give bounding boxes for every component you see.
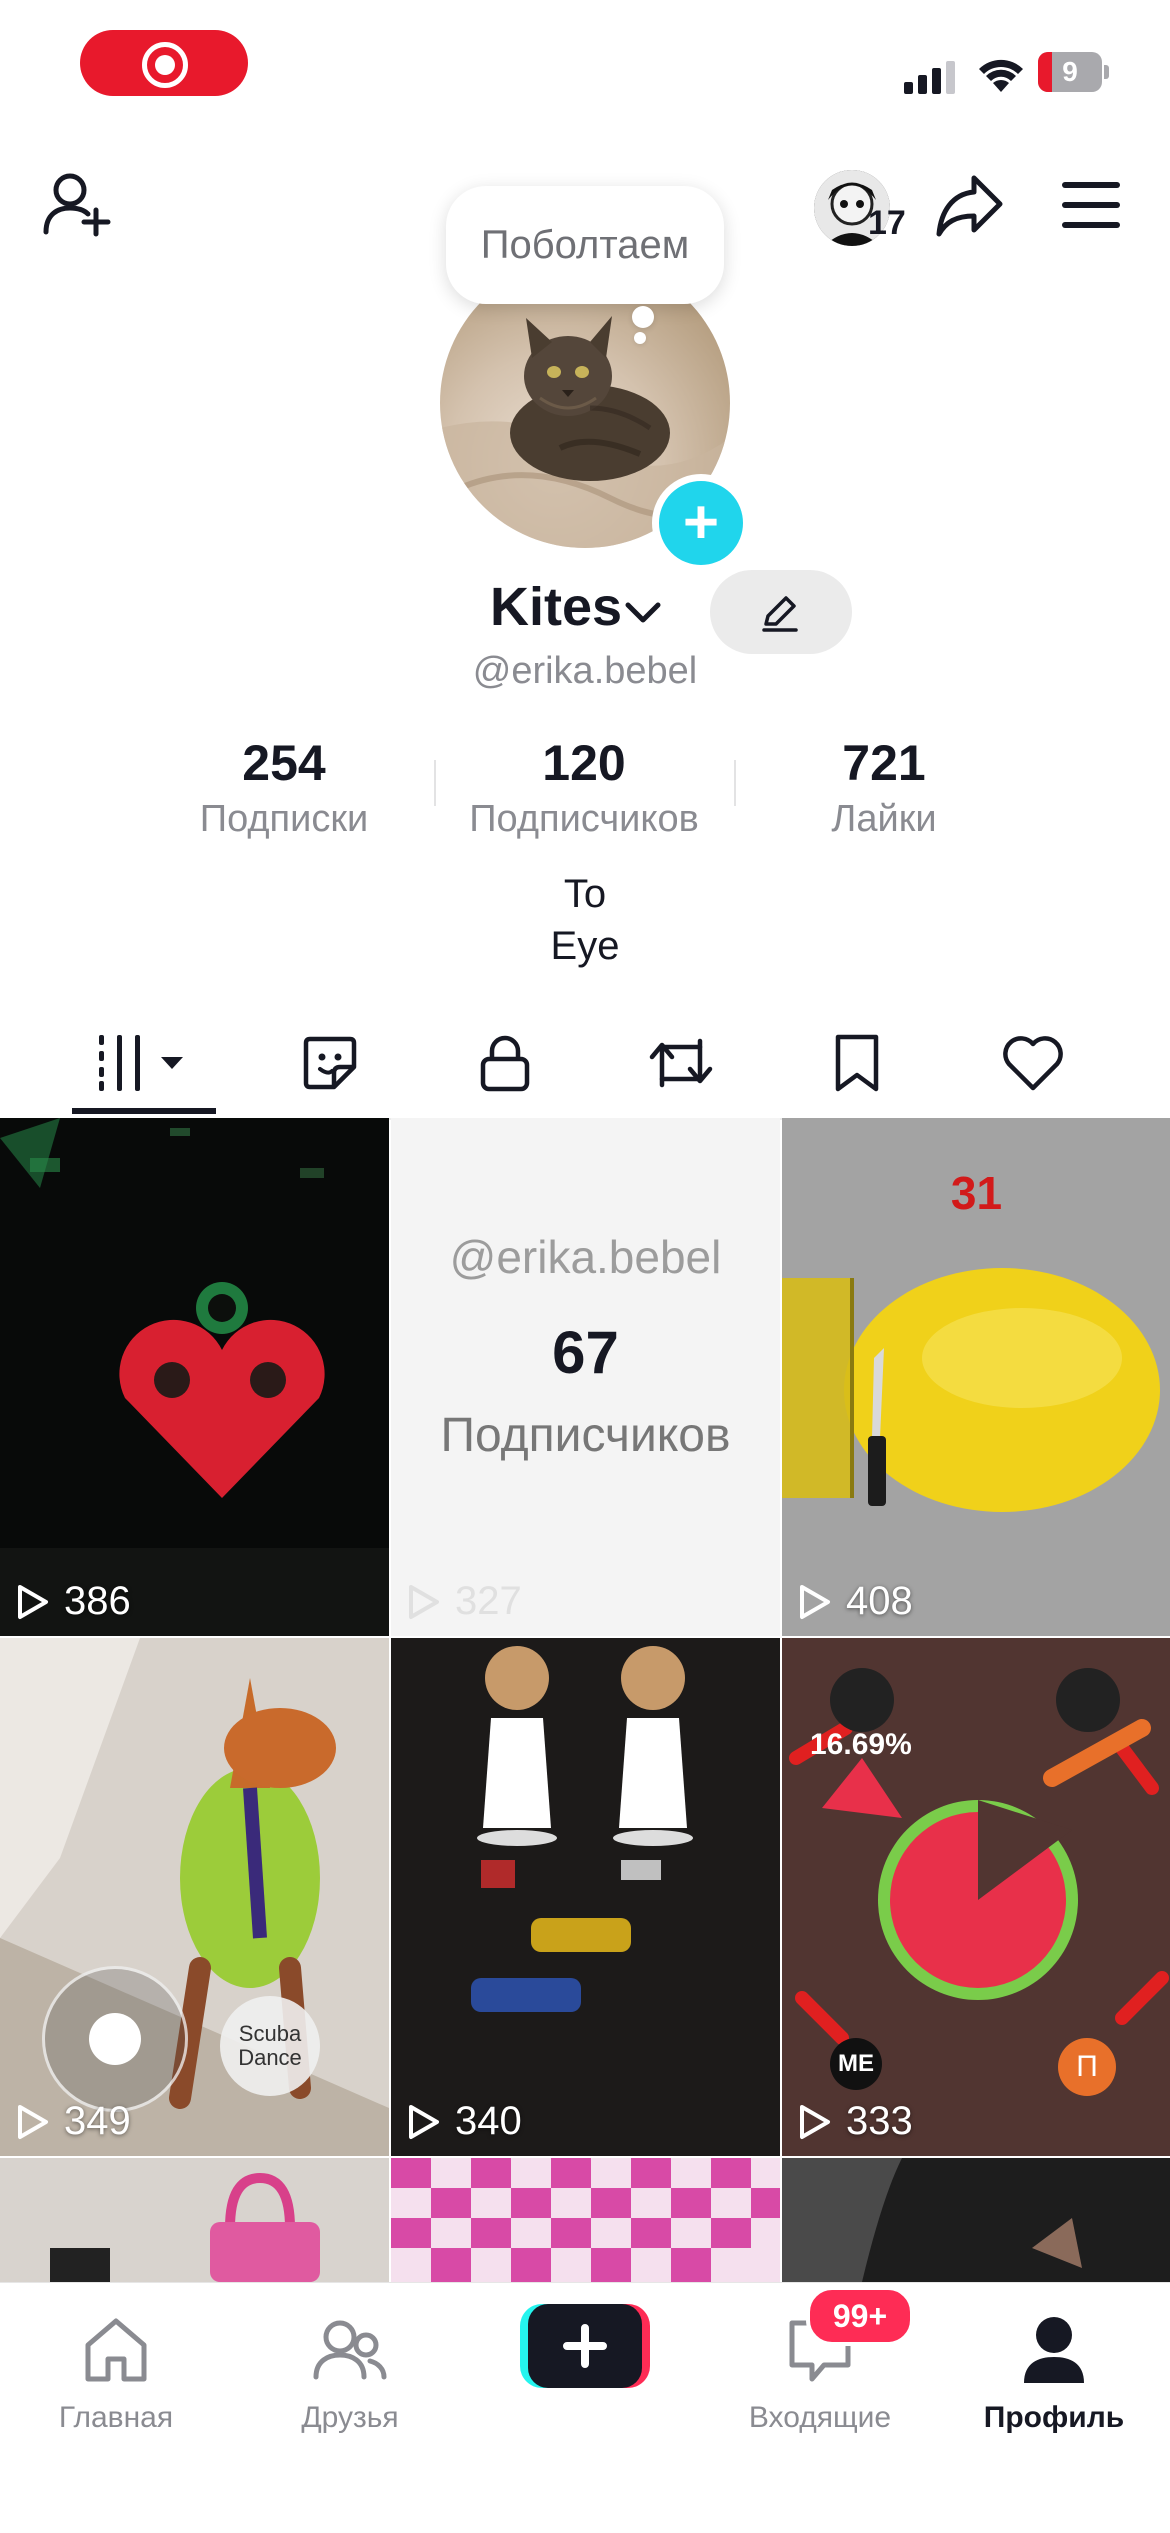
profile-tabs <box>0 1008 1170 1120</box>
add-friend-icon[interactable] <box>40 170 116 240</box>
overlay-percent: 16.69% <box>810 1728 912 1761</box>
overlay-me: ME <box>830 2038 882 2090</box>
tab-private[interactable] <box>420 1008 590 1118</box>
video-thumbnail <box>782 2158 1170 2282</box>
view-count: 333 <box>798 2099 913 2144</box>
nav-profile[interactable]: Профиль <box>954 2301 1154 2451</box>
view-count: 327 <box>407 1579 522 1624</box>
play-icon <box>18 2104 48 2139</box>
likes-label: Лайки <box>831 798 937 840</box>
stat-likes[interactable]: 721 Лайки <box>734 734 1034 841</box>
edit-profile-button[interactable] <box>710 570 852 654</box>
username-handle: @erika.bebel <box>472 650 698 692</box>
active-tab-indicator <box>72 1108 216 1114</box>
display-name[interactable]: Kites <box>490 576 622 638</box>
overlay-handle: @erika.bebel <box>449 1231 722 1283</box>
nav-profile-label: Профиль <box>983 2401 1125 2434</box>
pencil-icon <box>762 596 798 632</box>
tab-reposts[interactable] <box>596 1008 766 1118</box>
home-icon <box>85 2318 147 2382</box>
view-count: 349 <box>16 2099 131 2144</box>
play-icon <box>800 1584 830 1619</box>
views-value: 333 <box>846 2099 913 2143</box>
friends-icon <box>313 2320 387 2380</box>
overlay-label: Подписчиков <box>440 1409 731 1462</box>
following-count: 254 <box>242 735 326 791</box>
sticker-icon <box>303 1036 357 1090</box>
view-count: 386 <box>16 1579 131 1624</box>
view-count: 340 <box>407 2099 522 2144</box>
video-tile[interactable]: 16.69% ME П 333 <box>782 1638 1170 2156</box>
create-button[interactable] <box>520 2304 650 2388</box>
video-thumbnail <box>0 2158 389 2282</box>
battery-indicator: 9 <box>1038 52 1110 92</box>
video-thumbnail <box>391 1638 780 2156</box>
video-tile[interactable] <box>391 2158 780 2282</box>
video-thumbnail <box>391 2158 780 2282</box>
video-tile[interactable]: Scuba Dance 349 <box>0 1638 389 2156</box>
tab-favorites[interactable] <box>772 1008 942 1118</box>
screen-recording-indicator[interactable] <box>80 30 248 96</box>
video-tile[interactable]: 31 408 <box>782 1118 1170 1636</box>
videos-grid-icon <box>99 1035 183 1091</box>
video-tile[interactable]: 340 <box>391 1638 780 2156</box>
heart-icon <box>1003 1036 1063 1091</box>
tab-videos[interactable] <box>60 1008 230 1118</box>
bio-line: To <box>563 872 607 916</box>
video-tile[interactable]: @erika.bebel 67 Подписчиков 327 <box>391 1118 780 1636</box>
bookmark-icon <box>835 1034 879 1092</box>
menu-icon[interactable] <box>1060 180 1124 230</box>
views-value: 349 <box>64 2099 131 2143</box>
inbox-badge: 99+ <box>806 2286 914 2346</box>
nav-friends[interactable]: Друзья <box>250 2301 450 2451</box>
overlay-count: 67 <box>552 1319 619 1386</box>
share-icon[interactable] <box>934 172 1006 238</box>
video-tile[interactable]: 386 <box>0 1118 389 1636</box>
video-tile[interactable] <box>782 2158 1170 2282</box>
followers-label: Подписчиков <box>469 798 699 840</box>
play-icon <box>18 1584 48 1619</box>
stat-following[interactable]: 254 Подписки <box>134 734 434 841</box>
scuba-dance-button[interactable]: Scuba Dance <box>220 1996 320 2096</box>
nav-inbox-label: Входящие <box>748 2401 892 2434</box>
views-value: 386 <box>64 1579 131 1623</box>
add-avatar-button[interactable]: + <box>652 474 750 572</box>
video-thumbnail <box>0 1118 389 1636</box>
battery-level: 9 <box>1062 56 1078 87</box>
profile-icon <box>1024 2317 1084 2383</box>
views-value: 327 <box>455 1579 522 1623</box>
wifi-icon <box>979 59 1023 92</box>
likes-count: 721 <box>842 735 926 791</box>
joystick[interactable] <box>42 1966 188 2112</box>
views-value: 340 <box>455 2099 522 2143</box>
play-icon <box>409 2104 439 2139</box>
notes-bubble[interactable]: Поболтаем <box>446 186 724 304</box>
nav-home[interactable]: Главная <box>16 2301 216 2451</box>
overlay-number: 31 <box>950 1167 1003 1219</box>
cellular-signal-icon <box>904 61 955 94</box>
overlay-letter: П <box>1058 2038 1116 2096</box>
chevron-down-icon[interactable] <box>624 600 662 626</box>
play-icon <box>800 2104 830 2139</box>
bio-line: Eye <box>550 924 620 968</box>
repost-icon <box>649 1038 713 1088</box>
followers-count: 120 <box>542 735 626 791</box>
nav-friends-label: Друзья <box>301 2401 399 2434</box>
tab-liked[interactable] <box>948 1008 1118 1118</box>
play-icon <box>409 1584 439 1619</box>
view-count: 408 <box>798 1579 913 1624</box>
following-label: Подписки <box>199 798 369 840</box>
profile-bio: To Eye <box>0 868 1170 972</box>
lock-icon <box>480 1035 530 1092</box>
views-value: 408 <box>846 1579 913 1623</box>
tab-stickers[interactable] <box>245 1008 415 1118</box>
stat-followers[interactable]: 120 Подписчиков <box>434 734 734 841</box>
video-tile[interactable] <box>0 2158 389 2282</box>
friends-count-badge: 17 <box>868 204 906 242</box>
nav-home-label: Главная <box>58 2401 174 2434</box>
